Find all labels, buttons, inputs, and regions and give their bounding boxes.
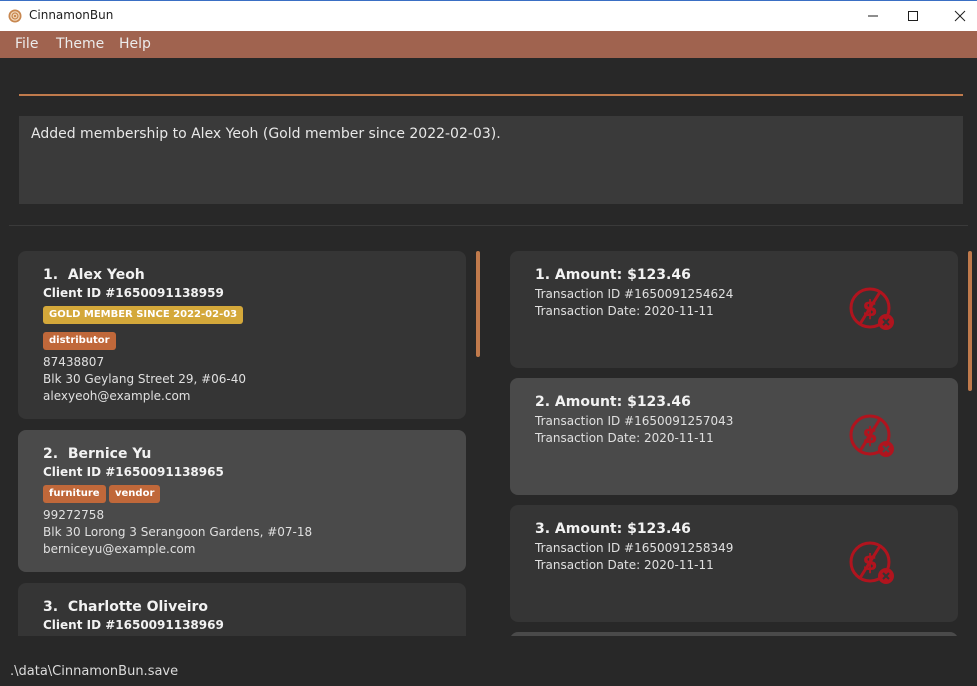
client-tag: distributor (43, 332, 116, 350)
client-email: alexyeoh@example.com (43, 389, 191, 403)
title-bar: CinnamonBun (0, 0, 977, 31)
menu-help[interactable]: Help (119, 36, 151, 52)
menu-file[interactable]: File (15, 36, 38, 52)
client-tag: vendor (109, 485, 161, 503)
transaction-card[interactable]: 2. Amount: $123.46 Transaction ID #16500… (510, 378, 958, 495)
client-card[interactable]: 2. Bernice Yu Client ID #1650091138965 f… (18, 430, 466, 572)
client-tag: furniture (43, 485, 106, 503)
transaction-card[interactable] (510, 632, 958, 636)
transaction-list[interactable]: 1. Amount: $123.46 Transaction ID #16500… (510, 251, 958, 636)
client-name: 2. Bernice Yu (43, 446, 152, 462)
result-display: Added membership to Alex Yeoh (Gold memb… (19, 116, 963, 204)
window-title: CinnamonBun (29, 8, 114, 22)
transaction-list-scrollbar[interactable] (968, 251, 972, 391)
transaction-id: Transaction ID #1650091257043 (535, 414, 734, 428)
transaction-card[interactable]: 1. Amount: $123.46 Transaction ID #16500… (510, 251, 958, 368)
transaction-amount: 3. Amount: $123.46 (535, 521, 691, 537)
transaction-date: Transaction Date: 2020-11-11 (535, 431, 714, 445)
client-card[interactable]: 1. Alex Yeoh Client ID #1650091138959 GO… (18, 251, 466, 419)
unpaid-dollar-icon[interactable]: $ (846, 412, 898, 460)
client-list[interactable]: 1. Alex Yeoh Client ID #1650091138959 GO… (18, 251, 466, 636)
transaction-id: Transaction ID #1650091258349 (535, 541, 734, 555)
minimize-icon (868, 15, 878, 17)
command-input[interactable] (19, 62, 963, 92)
command-input-underline (19, 94, 963, 96)
client-email: berniceyu@example.com (43, 542, 196, 556)
client-name: 1. Alex Yeoh (43, 267, 145, 283)
menu-bar: File Theme Help (0, 31, 977, 58)
transaction-amount: 2. Amount: $123.46 (535, 394, 691, 410)
transaction-card[interactable]: 3. Amount: $123.46 Transaction ID #16500… (510, 505, 958, 622)
maximize-button[interactable] (890, 1, 936, 31)
svg-text:$: $ (862, 551, 877, 576)
client-list-scrollbar[interactable] (476, 251, 480, 357)
transaction-amount: 1. Amount: $123.46 (535, 267, 691, 283)
svg-text:$: $ (862, 297, 877, 322)
client-id: Client ID #1650091138959 (43, 286, 224, 300)
transaction-date: Transaction Date: 2020-11-11 (535, 558, 714, 572)
menu-theme[interactable]: Theme (56, 36, 104, 52)
section-divider (9, 225, 968, 226)
status-bar-file-path: .\data\CinnamonBun.save (10, 664, 179, 679)
maximize-icon (908, 11, 918, 21)
client-card[interactable]: 3. Charlotte Oliveiro Client ID #1650091… (18, 583, 466, 636)
unpaid-dollar-icon[interactable]: $ (846, 285, 898, 333)
client-id: Client ID #1650091138965 (43, 465, 224, 479)
client-id: Client ID #1650091138969 (43, 618, 224, 632)
transaction-date: Transaction Date: 2020-11-11 (535, 304, 714, 318)
svg-text:$: $ (862, 424, 877, 449)
close-button[interactable] (937, 1, 977, 31)
result-message: Added membership to Alex Yeoh (Gold memb… (31, 126, 501, 142)
client-phone: 99272758 (43, 508, 105, 522)
client-phone: 87438807 (43, 355, 105, 369)
client-name: 3. Charlotte Oliveiro (43, 599, 209, 615)
transaction-id: Transaction ID #1650091254624 (535, 287, 734, 301)
unpaid-dollar-icon[interactable]: $ (846, 539, 898, 587)
cinnamon-bun-icon (8, 9, 22, 23)
close-icon (954, 10, 966, 22)
client-address: Blk 30 Lorong 3 Serangoon Gardens, #07-1… (43, 525, 313, 539)
membership-tag: GOLD MEMBER SINCE 2022-02-03 (43, 306, 244, 324)
client-address: Blk 30 Geylang Street 29, #06-40 (43, 372, 247, 386)
